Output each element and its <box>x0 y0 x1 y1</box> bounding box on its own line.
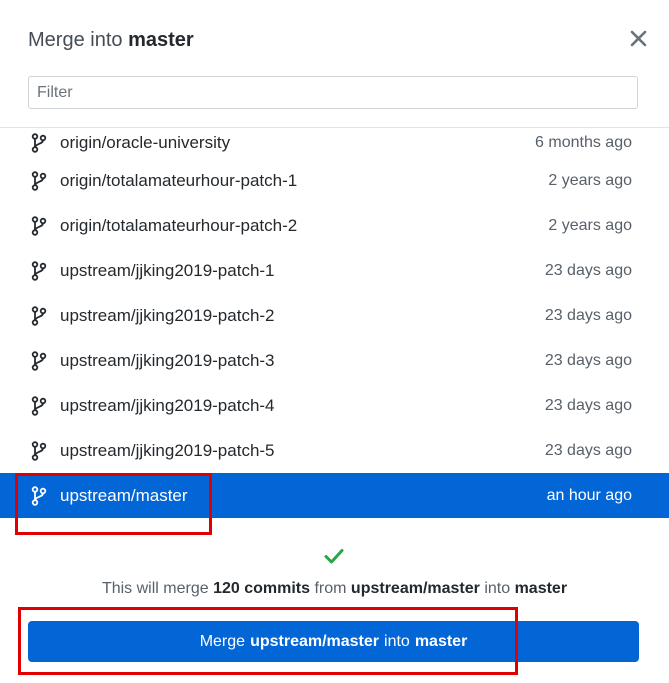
branch-time: 23 days ago <box>544 261 632 279</box>
branch-row[interactable]: origin/oracle-university 6 months ago <box>0 128 669 158</box>
branch-name: upstream/jjking2019-patch-3 <box>60 350 275 370</box>
branch-time: 23 days ago <box>544 441 632 459</box>
git-branch-icon <box>30 485 48 506</box>
git-branch-icon <box>30 350 48 371</box>
dialog-title: Merge into master <box>28 26 194 54</box>
git-branch-icon <box>30 260 48 281</box>
branch-name: upstream/jjking2019-patch-5 <box>60 440 275 460</box>
branch-row-selected[interactable]: upstream/master an hour ago <box>0 473 669 518</box>
merge-button-verb: Merge <box>199 632 246 650</box>
branch-time: an hour ago <box>546 486 632 504</box>
branch-row[interactable]: upstream/jjking2019-patch-1 23 days ago <box>0 248 669 293</box>
merge-button[interactable]: Merge upstream/master into master <box>28 621 639 662</box>
summary-source-branch: upstream/master <box>350 580 480 597</box>
summary-target-branch: master <box>514 580 568 597</box>
branch-row[interactable]: origin/totalamateurhour-patch-2 2 years … <box>0 203 669 248</box>
branch-time: 23 days ago <box>544 351 632 369</box>
merge-dialog: Merge into master origin/oracle-universi… <box>0 0 669 683</box>
merge-button-target: master <box>414 632 468 650</box>
summary-from: from <box>314 580 347 597</box>
branch-name: upstream/jjking2019-patch-4 <box>60 395 275 415</box>
summary-into: into <box>484 580 511 597</box>
branch-time: 2 years ago <box>548 171 632 189</box>
branch-row[interactable]: upstream/jjking2019-patch-4 23 days ago <box>0 383 669 428</box>
git-branch-icon <box>30 440 48 461</box>
branch-row[interactable]: upstream/jjking2019-patch-2 23 days ago <box>0 293 669 338</box>
branch-row[interactable]: upstream/jjking2019-patch-5 23 days ago <box>0 428 669 473</box>
branch-name: upstream/master <box>60 485 188 505</box>
filter-input[interactable] <box>28 76 638 109</box>
branch-list[interactable]: origin/oracle-university 6 months ago or… <box>0 128 669 525</box>
branch-name: upstream/jjking2019-patch-1 <box>60 260 275 280</box>
merge-button-into: into <box>384 632 410 650</box>
branch-name: origin/totalamateurhour-patch-2 <box>60 215 298 235</box>
close-button[interactable] <box>626 26 652 52</box>
summary-commit-count: 120 commits <box>213 580 311 597</box>
git-branch-icon <box>30 305 48 326</box>
close-icon <box>630 30 647 47</box>
branch-time: 2 years ago <box>548 216 632 234</box>
dialog-title-prefix: Merge into <box>28 29 123 51</box>
branch-row[interactable]: upstream/jjking2019-patch-3 23 days ago <box>0 338 669 383</box>
merge-button-source: upstream/master <box>250 632 380 650</box>
branch-name: origin/oracle-university <box>60 133 231 152</box>
branch-name: upstream/jjking2019-patch-2 <box>60 305 275 325</box>
branch-time: 6 months ago <box>535 134 632 151</box>
git-branch-icon <box>30 395 48 416</box>
merge-summary: This will merge 120 commits from upstrea… <box>0 580 669 598</box>
branch-name: origin/totalamateurhour-patch-1 <box>60 170 298 190</box>
summary-prefix: This will merge <box>101 580 209 597</box>
git-branch-icon <box>30 133 48 153</box>
dialog-title-branch: master <box>128 29 194 51</box>
git-branch-icon <box>30 215 48 236</box>
branch-row[interactable]: origin/totalamateurhour-patch-1 2 years … <box>0 158 669 203</box>
git-branch-icon <box>30 170 48 191</box>
branch-time: 23 days ago <box>544 396 632 414</box>
branch-time: 23 days ago <box>544 306 632 324</box>
check-icon <box>324 549 344 564</box>
